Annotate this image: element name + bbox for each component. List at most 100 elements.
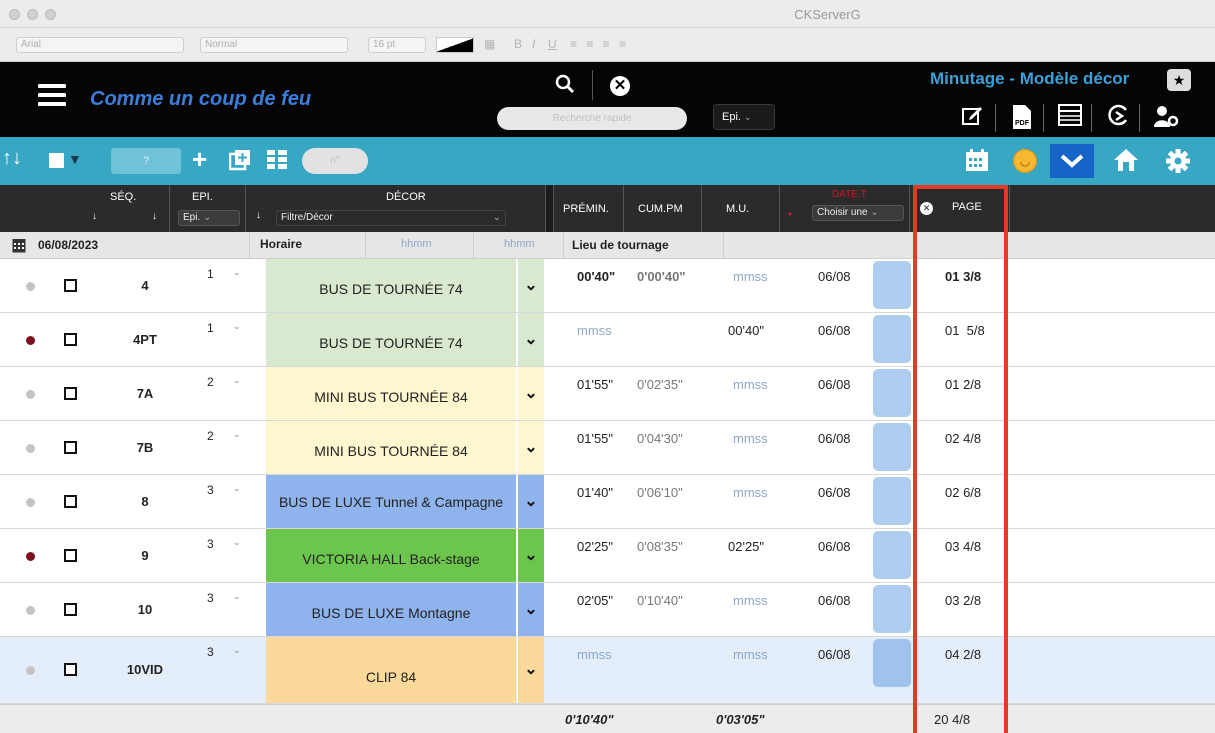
chevron-down-icon[interactable]: ⌄ — [517, 259, 544, 312]
table-row[interactable]: 4 1 ⌄ BUS DE TOURNÉE 74 ⌄ 00'40" 0'00'40… — [0, 259, 1215, 313]
color-tag[interactable] — [873, 585, 911, 633]
add-icon[interactable]: + — [192, 144, 207, 175]
decor-cell[interactable]: CLIP 84 — [266, 637, 516, 703]
color-tag[interactable] — [873, 261, 911, 309]
decor-cell[interactable]: MINI BUS TOURNÉE 84 — [266, 367, 516, 420]
datet-column-header[interactable]: DATE.T • Choisir une ⌄ — [780, 185, 910, 232]
font-select[interactable]: Arial — [16, 37, 184, 53]
decor-cell[interactable]: BUS DE LUXE Montagne — [266, 583, 516, 636]
color-tag[interactable] — [873, 639, 911, 687]
chevron-down-icon[interactable]: ▼ — [68, 151, 82, 167]
duplicate-icon[interactable] — [228, 149, 251, 174]
color-tag[interactable] — [873, 315, 911, 363]
epi-column-select[interactable]: Epi. ⌄ — [178, 210, 240, 226]
number-input[interactable]: ? — [111, 148, 181, 174]
clear-icon[interactable]: ✕ — [920, 202, 933, 215]
chevron-down-icon[interactable]: ⌄ — [233, 321, 241, 332]
color-tag[interactable] — [873, 477, 911, 525]
chevron-down-icon[interactable]: ⌄ — [517, 583, 544, 636]
chevron-down-icon[interactable]: ⌄ — [233, 537, 241, 548]
color-tag[interactable] — [873, 423, 911, 471]
epi-value[interactable]: 3 — [207, 483, 214, 497]
quick-search-input[interactable]: Recherche rapide — [497, 107, 687, 130]
chevron-down-icon[interactable]: ⌄ — [233, 591, 241, 602]
edit-icon[interactable] — [958, 104, 986, 130]
chevron-down-icon[interactable]: ⌄ — [233, 645, 241, 656]
decor-filter-select[interactable]: Filtre/Décor ⌄ — [276, 210, 506, 226]
smiley-icon[interactable]: ◡ — [1013, 149, 1037, 173]
hhmm-end-field[interactable]: hhmm — [474, 232, 564, 259]
pdf-icon[interactable]: PDF — [1008, 104, 1036, 130]
cumpm-column-header[interactable]: CUM.PM — [624, 185, 702, 232]
row-checkbox[interactable] — [64, 441, 77, 454]
epi-value[interactable]: 1 — [207, 321, 214, 335]
page-column-header[interactable]: ✕ PAGE — [910, 185, 1010, 232]
search-icon[interactable] — [555, 74, 575, 100]
table-row-selected[interactable]: 10VID 3 ⌄ CLIP 84 ⌄ mmss mmss 06/08 04 2… — [0, 637, 1215, 704]
decor-cell[interactable]: VICTORIA HALL Back-stage — [266, 529, 516, 582]
chevron-down-icon[interactable]: ⌄ — [517, 367, 544, 420]
bold-button[interactable]: B — [514, 37, 522, 51]
sort-down-icon[interactable]: ↓ — [152, 211, 157, 222]
italic-button[interactable]: I — [532, 37, 535, 51]
table-row[interactable]: 7B 2 ⌄ MINI BUS TOURNÉE 84 ⌄ 01'55" 0'04… — [0, 421, 1215, 475]
decor-cell[interactable]: BUS DE TOURNÉE 74 — [266, 259, 516, 312]
row-checkbox[interactable] — [64, 279, 77, 292]
table-row[interactable]: 9 3 ⌄ VICTORIA HALL Back-stage ⌄ 02'25" … — [0, 529, 1215, 583]
bg-color-icon[interactable]: ▦ — [484, 37, 495, 51]
gear-icon[interactable] — [1165, 148, 1191, 177]
color-swatch[interactable] — [436, 37, 474, 53]
clear-search-icon[interactable]: ✕ — [610, 76, 630, 96]
decor-column-header[interactable]: DÉCOR ↓ Filtre/Décor ⌄ — [246, 185, 546, 232]
color-tag[interactable] — [873, 369, 911, 417]
sort-down-icon[interactable]: ↓ — [92, 211, 97, 222]
datet-select[interactable]: Choisir une ⌄ — [812, 205, 904, 221]
table-row[interactable]: 4PT 1 ⌄ BUS DE TOURNÉE 74 ⌄ mmss 00'40" … — [0, 313, 1215, 367]
color-tag[interactable] — [873, 531, 911, 579]
mu-column-header[interactable]: M.U. — [702, 185, 780, 232]
user-settings-icon[interactable] — [1152, 104, 1180, 130]
row-checkbox[interactable] — [64, 387, 77, 400]
epi-value[interactable]: 2 — [207, 429, 214, 443]
style-select[interactable]: Normal — [200, 37, 348, 53]
table-row[interactable]: 7A 2 ⌄ MINI BUS TOURNÉE 84 ⌄ 01'55" 0'02… — [0, 367, 1215, 421]
chevron-down-icon[interactable]: ⌄ — [233, 483, 241, 494]
table-icon[interactable] — [1056, 104, 1084, 130]
chevron-down-icon[interactable]: ⌄ — [517, 421, 544, 474]
search-refresh-icon[interactable] — [1104, 104, 1132, 130]
align-buttons[interactable]: ≡ ≡ ≡ ≡ — [570, 37, 629, 51]
table-row[interactable]: 10 3 ⌄ BUS DE LUXE Montagne ⌄ 02'05" 0'1… — [0, 583, 1215, 637]
number-pill-input[interactable]: n° — [302, 148, 368, 174]
grid-view-icon[interactable] — [266, 149, 288, 174]
decor-cell[interactable]: BUS DE TOURNÉE 74 — [266, 313, 516, 366]
star-icon[interactable]: ★ — [1167, 69, 1191, 91]
hhmm-start-field[interactable]: hhmm — [366, 232, 474, 259]
table-row[interactable]: 8 3 ⌄ BUS DE LUXE Tunnel & Campagne ⌄ 01… — [0, 475, 1215, 529]
menu-icon[interactable] — [38, 84, 66, 106]
epi-value[interactable]: 3 — [207, 645, 214, 659]
sort-down-icon[interactable]: ↓ — [256, 210, 261, 221]
chevron-down-icon[interactable]: ⌄ — [517, 529, 544, 582]
underline-button[interactable]: U — [548, 37, 557, 51]
collapse-chevron-button[interactable] — [1050, 144, 1094, 178]
row-checkbox[interactable] — [64, 603, 77, 616]
epi-value[interactable]: 3 — [207, 537, 214, 551]
epi-value[interactable]: 3 — [207, 591, 214, 605]
row-checkbox[interactable] — [64, 333, 77, 346]
epi-value[interactable]: 2 — [207, 375, 214, 389]
epi-filter-select[interactable]: Epi. ⌄ — [713, 104, 775, 130]
row-checkbox[interactable] — [64, 549, 77, 562]
chevron-down-icon[interactable]: ⌄ — [517, 313, 544, 366]
sort-arrows-icon[interactable]: ↑↓ — [2, 147, 22, 170]
premin-column-header[interactable]: PRÉMIN. — [554, 185, 624, 232]
chevron-down-icon[interactable]: ⌄ — [233, 429, 241, 440]
calendar-icon[interactable] — [965, 148, 989, 175]
epi-column-header[interactable]: EPI. Epi. ⌄ — [170, 185, 246, 232]
row-checkbox[interactable] — [64, 495, 77, 508]
chevron-down-icon[interactable]: ⌄ — [517, 475, 544, 528]
chevron-down-icon[interactable]: ⌄ — [233, 375, 241, 386]
calendar-icon[interactable] — [12, 237, 26, 256]
seq-column-header[interactable]: SÉQ. ↓ ↓ — [0, 185, 170, 232]
epi-value[interactable]: 1 — [207, 267, 214, 281]
home-icon[interactable] — [1113, 148, 1139, 175]
